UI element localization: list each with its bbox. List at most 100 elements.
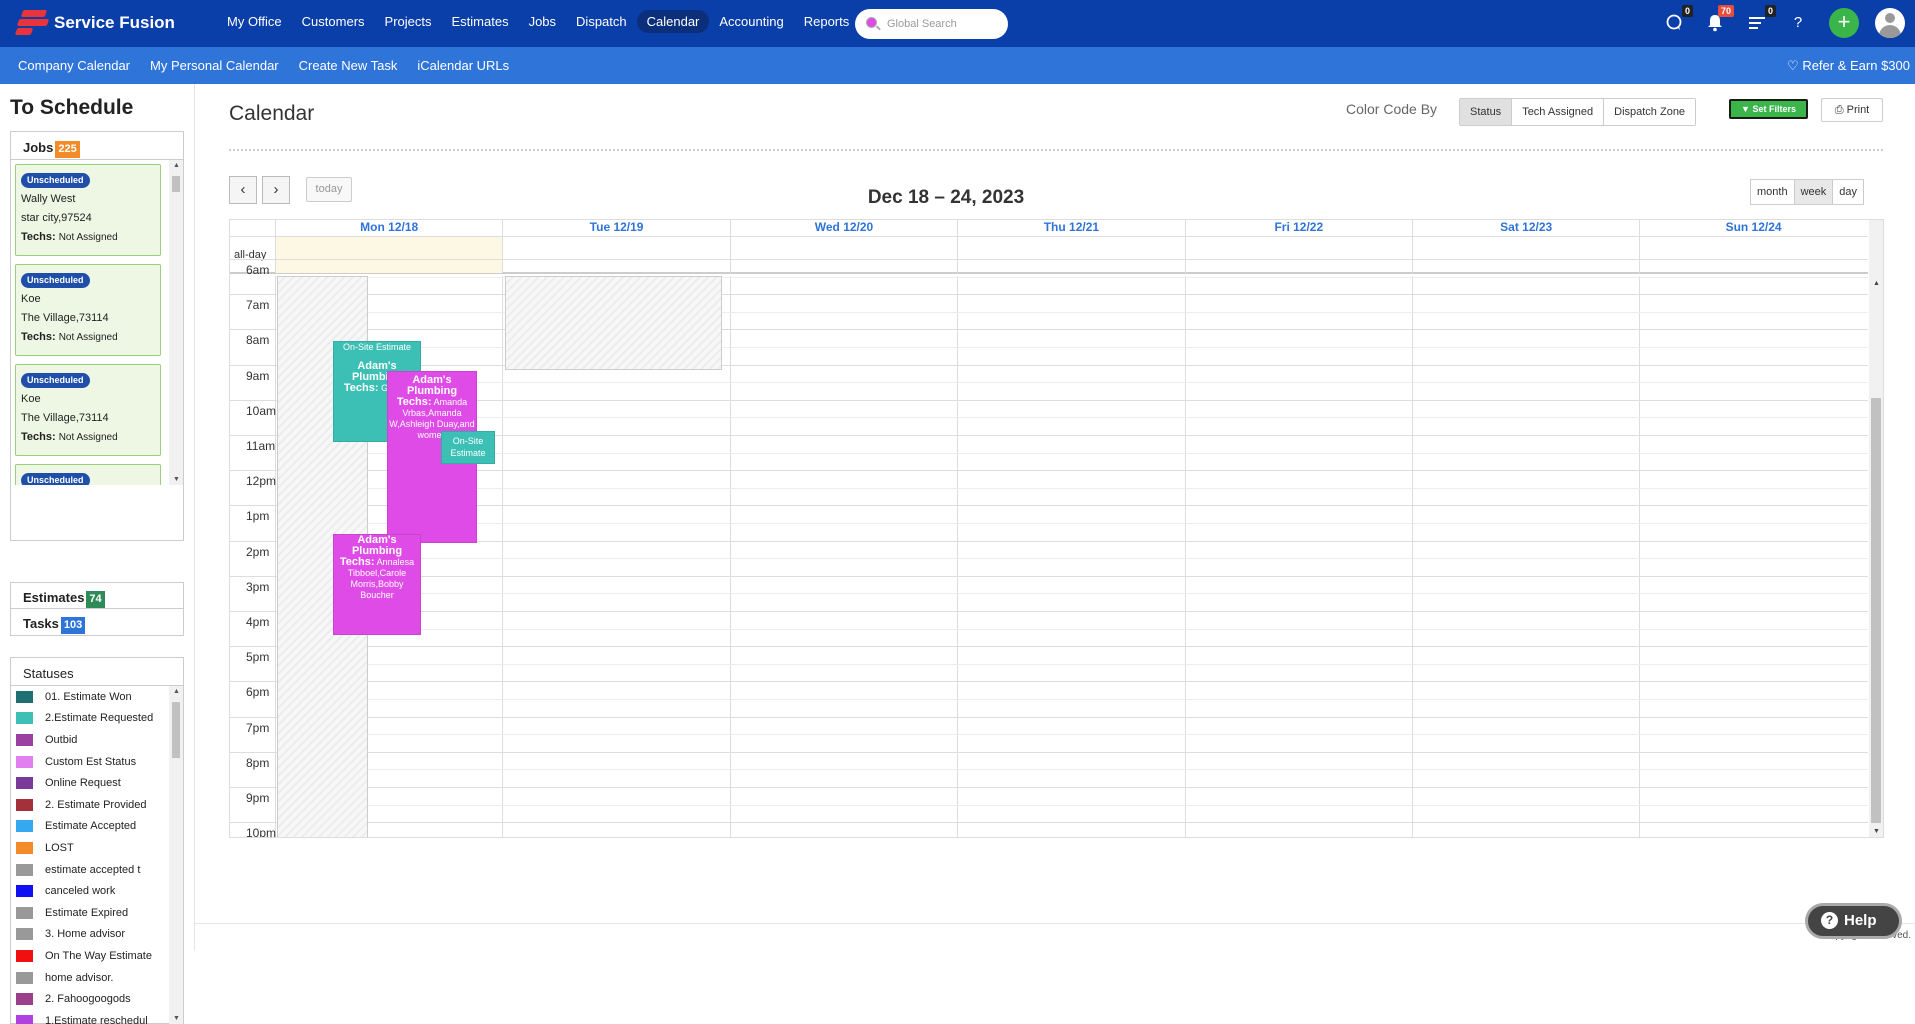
user-avatar[interactable]	[1875, 8, 1905, 38]
scroll-down-icon[interactable]: ▼	[173, 1015, 180, 1022]
scroll-up-icon[interactable]: ▲	[1873, 280, 1880, 287]
day-column-header[interactable]: Thu 12/21	[957, 220, 1184, 236]
prev-week-button[interactable]: ‹	[229, 176, 257, 204]
hour-row[interactable]	[230, 329, 1868, 331]
day-column-header[interactable]: Fri 12/22	[1184, 220, 1412, 236]
hour-row[interactable]	[230, 822, 1868, 824]
next-week-button[interactable]: ›	[262, 176, 290, 204]
subnav-create-new-task[interactable]: Create New Task	[289, 58, 408, 73]
hour-row[interactable]	[230, 575, 1868, 577]
status-legend-item[interactable]: 2.Estimate Requested	[11, 708, 169, 730]
hour-row[interactable]	[230, 751, 1868, 753]
app-logo[interactable]: Service Fusion	[14, 8, 175, 38]
color-code-tech-button[interactable]: Tech Assigned	[1512, 99, 1605, 125]
hour-row[interactable]	[230, 294, 1868, 296]
estimates-tab[interactable]: Estimates 74	[10, 582, 184, 609]
add-new-button[interactable]: +	[1829, 8, 1859, 38]
all-day-cell[interactable]	[957, 237, 1184, 273]
chat-icon[interactable]: 0	[1663, 5, 1693, 34]
nav-my-office[interactable]: My Office	[217, 10, 292, 33]
job-card[interactable]: Unscheduled Wally West star city,97524 T…	[15, 164, 161, 256]
hour-row[interactable]	[230, 646, 1868, 648]
status-legend-item[interactable]: estimate accepted t	[11, 859, 169, 881]
scrollbar-thumb[interactable]	[1871, 398, 1881, 823]
set-filters-button[interactable]: ▼ Set Filters	[1729, 99, 1808, 119]
view-week-button[interactable]: week	[1794, 180, 1834, 204]
help-button[interactable]: ? Help	[1805, 903, 1902, 939]
job-card[interactable]: Unscheduled Koe The Village,73114 Techs:…	[15, 364, 161, 456]
status-legend-item[interactable]: Outbid	[11, 729, 169, 751]
calendar-event[interactable]: Adam's Plumbing Techs: Annalesa Tibboel,…	[333, 534, 421, 635]
hour-row[interactable]	[230, 716, 1868, 718]
bell-icon[interactable]: 70	[1704, 5, 1734, 34]
hour-row[interactable]	[230, 681, 1868, 683]
day-column-header[interactable]: Wed 12/20	[729, 220, 957, 236]
status-legend-item[interactable]: Online Request	[11, 772, 169, 794]
view-month-button[interactable]: month	[1751, 180, 1795, 204]
day-column-header[interactable]: Tue 12/19	[502, 220, 729, 236]
all-day-cell[interactable]	[729, 237, 957, 273]
all-day-cell[interactable]	[1412, 237, 1639, 273]
job-list-scrollbar[interactable]: ▲ ▼	[169, 160, 183, 485]
nav-estimates[interactable]: Estimates	[442, 10, 519, 33]
hour-row[interactable]	[230, 364, 1868, 366]
hour-row[interactable]	[230, 259, 1868, 260]
scroll-down-icon[interactable]: ▼	[173, 476, 180, 483]
status-legend-item[interactable]: 2. Estimate Provided	[11, 794, 169, 816]
scroll-up-icon[interactable]: ▲	[173, 688, 180, 695]
status-legend-item[interactable]: canceled work	[11, 880, 169, 902]
hour-row[interactable]	[230, 787, 1868, 788]
nav-projects[interactable]: Projects	[375, 10, 442, 33]
status-legend-item[interactable]: Custom Est Status	[11, 751, 169, 773]
nav-accounting[interactable]: Accounting	[709, 10, 793, 33]
nav-reports[interactable]: Reports	[794, 10, 860, 33]
nav-calendar[interactable]: Calendar	[636, 10, 710, 33]
scrollbar-thumb[interactable]	[172, 176, 180, 192]
scroll-up-icon[interactable]: ▲	[173, 162, 180, 169]
status-legend-item[interactable]: LOST	[11, 837, 169, 859]
day-column-header[interactable]: Mon 12/18	[275, 220, 502, 236]
status-color-swatch	[16, 949, 33, 962]
hour-row[interactable]	[230, 611, 1868, 612]
all-day-cell[interactable]	[1184, 237, 1412, 273]
status-legend-item[interactable]: home advisor.	[11, 967, 169, 989]
nav-dispatch[interactable]: Dispatch	[566, 10, 637, 33]
nav-jobs[interactable]: Jobs	[519, 10, 566, 33]
status-legend-item[interactable]: 2. Fahoogoogods	[11, 988, 169, 1010]
status-legend-item[interactable]: 1.Estimate reschedul	[11, 1010, 169, 1024]
subnav-my-personal-calendar[interactable]: My Personal Calendar	[140, 58, 289, 73]
view-day-button[interactable]: day	[1833, 180, 1863, 204]
half-hour-line	[276, 804, 1868, 806]
color-code-status-button[interactable]: Status	[1460, 99, 1513, 125]
calendar-subnav-bar: Company Calendar My Personal Calendar Cr…	[0, 47, 1915, 84]
day-column-header[interactable]: Sat 12/23	[1412, 220, 1639, 236]
global-search-input[interactable]: Global Search	[855, 9, 1008, 39]
subnav-icalendar-urls[interactable]: iCalendar URLs	[407, 58, 519, 73]
status-legend-item[interactable]: Estimate Expired	[11, 902, 169, 924]
status-legend-item[interactable]: Estimate Accepted	[11, 816, 169, 838]
status-legend-item[interactable]: 01. Estimate Won	[11, 686, 169, 708]
jobs-tab[interactable]: Jobs 225	[11, 132, 183, 160]
status-legend-item[interactable]: 3. Home advisor	[11, 924, 169, 946]
tasks-tab[interactable]: Tasks 103	[10, 609, 184, 636]
color-code-zone-button[interactable]: Dispatch Zone	[1604, 99, 1696, 125]
subnav-company-calendar[interactable]: Company Calendar	[8, 58, 140, 73]
refer-and-earn-link[interactable]: ♡ Refer & Earn $300	[1787, 58, 1910, 74]
job-card[interactable]: Unscheduled	[15, 464, 161, 485]
day-column-header[interactable]: Sun 12/24	[1639, 220, 1866, 236]
calendar-scrollbar[interactable]: ▲ ▼	[1869, 220, 1883, 837]
all-day-cell[interactable]	[275, 237, 503, 273]
status-legend-item[interactable]: On The Way Estimate	[11, 945, 169, 967]
help-question-icon[interactable]: ?	[1787, 12, 1809, 34]
today-button[interactable]: today	[306, 177, 352, 202]
calendar-event[interactable]: On-Site Estimate	[441, 431, 495, 464]
print-button[interactable]: ⎙ Print	[1821, 98, 1883, 122]
all-day-cell[interactable]	[1639, 237, 1866, 273]
job-card[interactable]: Unscheduled Koe The Village,73114 Techs:…	[15, 264, 161, 356]
nav-customers[interactable]: Customers	[292, 10, 375, 33]
status-list-scrollbar[interactable]: ▲ ▼	[169, 686, 183, 1024]
scroll-down-icon[interactable]: ▼	[1873, 828, 1880, 835]
all-day-cell[interactable]	[502, 237, 729, 273]
task-list-icon[interactable]: 0	[1746, 5, 1776, 34]
scrollbar-thumb[interactable]	[172, 702, 180, 758]
